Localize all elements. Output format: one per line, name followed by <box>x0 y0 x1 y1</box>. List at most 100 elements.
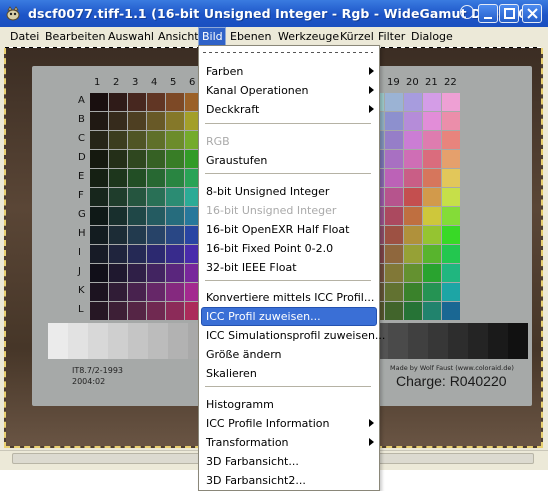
color-patch <box>109 264 127 282</box>
menu-item-3d-farbansicht2[interactable]: 3D Farbansicht2... <box>201 471 377 490</box>
menu-item-skalieren[interactable]: Skalieren <box>201 364 377 383</box>
menu-item-histogramm[interactable]: Histogramm <box>201 395 377 414</box>
color-patch <box>109 207 127 225</box>
menu-item-label: ICC Profile Information <box>206 417 330 430</box>
submenu-arrow-icon <box>369 419 374 427</box>
menu-item-icc-simulation[interactable]: ICC Simulationsprofil zuweisen... <box>201 326 385 345</box>
menu-bild[interactable]: Bild <box>198 27 226 47</box>
menu-item-icc-info[interactable]: ICC Profile Information <box>201 414 377 433</box>
color-patch <box>423 245 441 263</box>
window-menu-icon[interactable] <box>460 5 474 19</box>
menu-auswahl[interactable]: Auswahl <box>108 27 154 47</box>
color-patch <box>90 245 108 263</box>
color-patch <box>128 245 146 263</box>
chart-column-number: 5 <box>170 77 177 88</box>
color-patch <box>109 302 127 320</box>
color-patch <box>90 150 108 168</box>
color-patch <box>423 226 441 244</box>
color-patch <box>423 207 441 225</box>
gray-patch <box>48 323 68 359</box>
color-patch <box>90 93 108 111</box>
menu-ebenen[interactable]: Ebenen <box>230 27 271 47</box>
menu-item-farben[interactable]: Farben <box>201 62 377 81</box>
color-patch <box>166 131 184 149</box>
menu-werkzeuge[interactable]: Werkzeuge <box>278 27 339 47</box>
color-patch <box>128 302 146 320</box>
chart-row-letter: F <box>78 190 84 201</box>
color-patch <box>385 226 403 244</box>
menu-item-16bit-openexr[interactable]: 16-bit OpenEXR Half Float <box>201 220 377 239</box>
chart-row-letter: J <box>78 266 81 277</box>
color-patch <box>385 188 403 206</box>
close-button[interactable] <box>522 4 542 23</box>
menu-item-16bit-fixed[interactable]: 16-bit Fixed Point 0-2.0 <box>201 239 377 258</box>
color-patch <box>90 283 108 301</box>
gray-patch <box>408 323 428 359</box>
color-patch <box>385 131 403 149</box>
color-patch <box>442 283 460 301</box>
color-patch <box>128 283 146 301</box>
color-patch <box>423 131 441 149</box>
menu-item-konvertiere-icc[interactable]: Konvertiere mittels ICC Profil... <box>201 288 377 307</box>
color-patch <box>442 150 460 168</box>
color-patch <box>404 150 422 168</box>
maximize-button[interactable] <box>499 4 519 23</box>
menu-item-groesse-aendern[interactable]: Größe ändern <box>201 345 377 364</box>
color-patch <box>423 283 441 301</box>
menu-item-icc-zuweisen[interactable]: ICC Profil zuweisen... <box>201 307 377 326</box>
color-patch <box>147 93 165 111</box>
minimize-button[interactable] <box>478 4 498 23</box>
menu-item-32bit[interactable]: 32-bit IEEE Float <box>201 258 377 277</box>
color-patch <box>128 93 146 111</box>
menu-item-graustufen[interactable]: Graustufen <box>201 151 377 170</box>
color-patch <box>385 207 403 225</box>
color-patch <box>90 188 108 206</box>
gimp-app-icon <box>6 6 20 21</box>
bild-dropdown-menu: Farben Kanal Operationen Deckkraft RGB G… <box>198 45 385 491</box>
menu-item-16bit: 16-bit Unsigned Integer <box>206 204 337 217</box>
chart-column-number: 2 <box>113 77 120 88</box>
color-patch <box>109 188 127 206</box>
color-patch <box>147 302 165 320</box>
color-patch <box>385 93 403 111</box>
menu-item-3d-farbansicht[interactable]: 3D Farbansicht... <box>201 452 377 471</box>
color-patch <box>147 283 165 301</box>
gray-patch <box>508 323 528 359</box>
color-patch <box>404 302 422 320</box>
menu-item-kanal-operationen[interactable]: Kanal Operationen <box>201 81 377 100</box>
gray-patch <box>108 323 128 359</box>
chart-row-letter: K <box>78 285 85 296</box>
menu-filter[interactable]: Filter <box>378 27 405 47</box>
menu-item-deckkraft[interactable]: Deckkraft <box>201 100 377 119</box>
color-patch <box>442 245 460 263</box>
tear-off-line[interactable] <box>203 52 373 53</box>
menu-bearbeiten[interactable]: Bearbeiten <box>45 27 105 47</box>
menu-kuerzel[interactable]: Kürzel <box>340 27 374 47</box>
menu-separator <box>205 386 371 387</box>
color-patch <box>109 169 127 187</box>
menu-bar: Datei Bearbeiten Auswahl Ansicht Bild Eb… <box>0 27 548 47</box>
color-patch <box>385 169 403 187</box>
color-patch <box>90 131 108 149</box>
close-icon <box>527 8 538 19</box>
color-patch <box>423 302 441 320</box>
color-patch <box>166 245 184 263</box>
menu-item-8bit[interactable]: 8-bit Unsigned Integer <box>201 182 377 201</box>
color-patch <box>442 264 460 282</box>
color-patch <box>109 283 127 301</box>
menu-item-transformation[interactable]: Transformation <box>201 433 377 452</box>
menu-datei[interactable]: Datei <box>10 27 39 47</box>
menu-dialoge[interactable]: Dialoge <box>411 27 453 47</box>
chart-row-letter: C <box>78 133 85 144</box>
chart-column-number: 4 <box>151 77 158 88</box>
chart-column-number: 19 <box>387 77 400 88</box>
chart-row-letter: L <box>78 304 84 315</box>
color-patch <box>90 169 108 187</box>
title-bar[interactable]: dscf0077.tiff-1.1 (16-bit Unsigned Integ… <box>0 0 548 27</box>
color-patch <box>404 226 422 244</box>
color-patch <box>166 93 184 111</box>
color-patch <box>128 264 146 282</box>
color-patch <box>109 112 127 130</box>
chart-row-letter: D <box>78 152 86 163</box>
menu-ansicht[interactable]: Ansicht <box>158 27 199 47</box>
